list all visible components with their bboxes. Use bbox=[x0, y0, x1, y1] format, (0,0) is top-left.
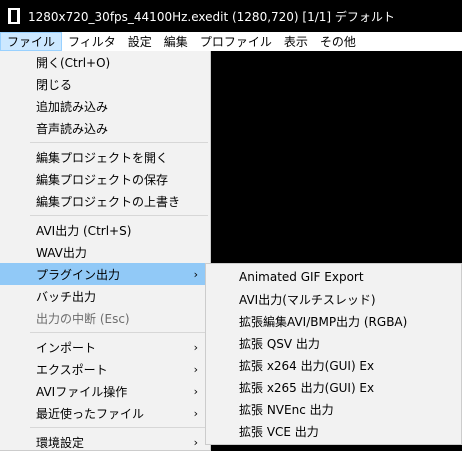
submenu-item-vce[interactable]: 拡張 VCE 出力 bbox=[206, 420, 461, 442]
menu-item-batch-output[interactable]: バッチ出力 bbox=[0, 285, 210, 307]
menu-item-label: エクスポート bbox=[36, 362, 108, 377]
submenu-arrow-icon: › bbox=[193, 340, 198, 354]
app-icon bbox=[8, 8, 20, 24]
menu-separator bbox=[0, 424, 210, 431]
menu-view[interactable]: 表示 bbox=[278, 32, 314, 51]
menu-item-stop-output: 出力の中断 (Esc) bbox=[0, 307, 210, 329]
menu-edit[interactable]: 編集 bbox=[158, 32, 194, 51]
submenu-item-animated-gif[interactable]: Animated GIF Export bbox=[206, 266, 461, 288]
menu-item-label: 編集プロジェクトの保存 bbox=[36, 172, 169, 187]
menu-item-label: 編集プロジェクトの上書き bbox=[36, 194, 181, 209]
submenu-item-x264[interactable]: 拡張 x264 出力(GUI) Ex bbox=[206, 354, 461, 376]
menu-separator bbox=[0, 139, 210, 146]
submenu-item-nvenc[interactable]: 拡張 NVEnc 出力 bbox=[206, 398, 461, 420]
menu-item-recent-files[interactable]: 最近使ったファイル › bbox=[0, 402, 210, 424]
submenu-arrow-icon: › bbox=[193, 362, 198, 376]
submenu-item-avi-multithread[interactable]: AVI出力(マルチスレッド) bbox=[206, 288, 461, 310]
submenu-arrow-icon: › bbox=[193, 384, 198, 398]
menu-item-label: インポート bbox=[36, 340, 97, 355]
menu-item-label: バッチ出力 bbox=[36, 289, 97, 304]
menu-item-close[interactable]: 閉じる bbox=[0, 73, 210, 95]
menu-profile[interactable]: プロファイル bbox=[194, 32, 278, 51]
submenu-item-exedit-avi-bmp[interactable]: 拡張編集AVI/BMP出力 (RGBA) bbox=[206, 310, 461, 332]
menu-other[interactable]: その他 bbox=[314, 32, 362, 51]
menu-item-export[interactable]: エクスポート › bbox=[0, 358, 210, 380]
menu-item-plugin-output[interactable]: プラグイン出力 › bbox=[0, 263, 210, 285]
menu-item-open[interactable]: 開く(Ctrl+O) bbox=[0, 51, 210, 73]
menu-separator bbox=[0, 212, 210, 219]
menu-item-label: WAV出力 bbox=[36, 245, 87, 260]
file-menu-dropdown: 開く(Ctrl+O) 閉じる 追加読み込み 音声読み込み 編集プロジェクトを開く… bbox=[0, 51, 211, 451]
submenu-item-x265[interactable]: 拡張 x265 出力(GUI) Ex bbox=[206, 376, 461, 398]
menu-file[interactable]: ファイル bbox=[0, 32, 63, 51]
menu-item-open-project[interactable]: 編集プロジェクトを開く bbox=[0, 146, 210, 168]
menu-item-label: AVI出力 (Ctrl+S) bbox=[36, 223, 132, 238]
menu-item-avi-output[interactable]: AVI出力 (Ctrl+S) bbox=[0, 219, 210, 241]
menu-item-import[interactable]: インポート › bbox=[0, 336, 210, 358]
menu-item-env-settings[interactable]: 環境設定 › bbox=[0, 431, 210, 451]
window-title: 1280x720_30fps_44100Hz.exedit (1280,720)… bbox=[28, 9, 395, 24]
submenu-item-qsv[interactable]: 拡張 QSV 出力 bbox=[206, 332, 461, 354]
submenu-arrow-icon: › bbox=[193, 406, 198, 420]
menu-item-avi-file-ops[interactable]: AVIファイル操作 › bbox=[0, 380, 210, 402]
menu-item-label: 音声読み込み bbox=[36, 121, 109, 136]
menu-settings[interactable]: 設定 bbox=[122, 32, 158, 51]
menu-item-label: 環境設定 bbox=[36, 435, 85, 450]
menu-item-audio-load[interactable]: 音声読み込み bbox=[0, 117, 210, 139]
menu-item-label: 閉じる bbox=[36, 77, 73, 92]
menu-item-save-project[interactable]: 編集プロジェクトの保存 bbox=[0, 168, 210, 190]
plugin-output-submenu: Animated GIF Export AVI出力(マルチスレッド) 拡張編集A… bbox=[205, 263, 462, 445]
menu-item-label: AVIファイル操作 bbox=[36, 384, 128, 399]
menu-bar: ファイル フィルタ 設定 編集 プロファイル 表示 その他 bbox=[0, 32, 462, 51]
menu-item-overwrite-project[interactable]: 編集プロジェクトの上書き bbox=[0, 190, 210, 212]
menu-item-wav-output[interactable]: WAV出力 bbox=[0, 241, 210, 263]
menu-item-label: 編集プロジェクトを開く bbox=[36, 150, 169, 165]
app-window: 1280x720_30fps_44100Hz.exedit (1280,720)… bbox=[0, 0, 462, 451]
menu-separator bbox=[0, 329, 210, 336]
menu-item-label: 出力の中断 (Esc) bbox=[36, 311, 130, 326]
menu-item-label: 開く(Ctrl+O) bbox=[36, 55, 111, 70]
title-bar: 1280x720_30fps_44100Hz.exedit (1280,720)… bbox=[0, 0, 462, 32]
menu-item-label: プラグイン出力 bbox=[36, 267, 121, 282]
submenu-arrow-icon: › bbox=[193, 435, 198, 449]
submenu-arrow-icon: › bbox=[193, 267, 198, 281]
menu-item-label: 最近使ったファイル bbox=[36, 406, 145, 421]
menu-filter[interactable]: フィルタ bbox=[62, 32, 122, 51]
menu-item-add-load[interactable]: 追加読み込み bbox=[0, 95, 210, 117]
menu-item-label: 追加読み込み bbox=[36, 99, 109, 114]
